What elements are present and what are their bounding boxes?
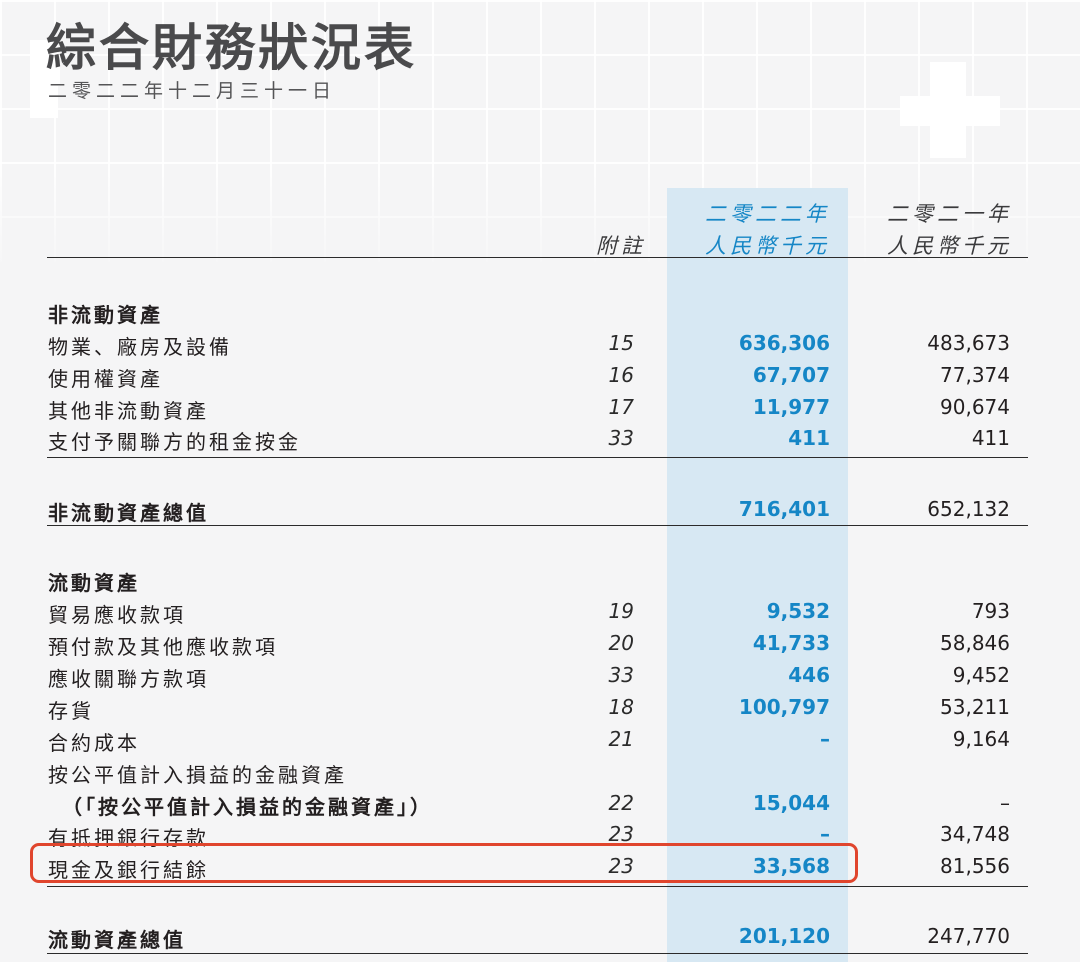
table-row: 貿易應收款項 19 9,532 793 (0, 599, 1080, 631)
row-prior-value: 34,748 (940, 822, 1010, 846)
subtotal-divider (47, 457, 1028, 458)
plus-decoration-right-horizontal (900, 96, 1000, 126)
prior-year-unit: 人民幣千元 (887, 234, 1012, 258)
row-label: 貿易應收款項 (48, 603, 186, 627)
statement-date: 二零二二年十二月三十一日 (48, 80, 337, 102)
row-note: 15 (608, 331, 634, 355)
row-note: 33 (608, 663, 634, 687)
row-current-value: 411 (788, 426, 830, 450)
current-year-header: 二零二二年 (705, 202, 830, 226)
row-current-value: 446 (788, 663, 830, 687)
row-note: 33 (608, 426, 634, 450)
row-current-value: 100,797 (738, 695, 830, 719)
row-prior-value: 793 (971, 599, 1010, 623)
row-note: 16 (608, 363, 634, 387)
total-divider (47, 525, 1028, 526)
total-label: 非流動資產總值 (48, 501, 209, 525)
row-prior-value: 81,556 (940, 854, 1010, 878)
row-note: 19 (608, 599, 634, 623)
row-current-value: 11,977 (752, 395, 830, 419)
row-note: 20 (608, 631, 634, 655)
row-note: 17 (608, 395, 634, 419)
row-label: 使用權資產 (48, 367, 163, 391)
total-current-value: 716,401 (738, 497, 830, 521)
row-current-value: 636,306 (738, 331, 830, 355)
row-current-value: 67,707 (752, 363, 830, 387)
row-label: 物業、廠房及設備 (48, 335, 232, 359)
table-row: 物業、廠房及設備 15 636,306 483,673 (0, 331, 1080, 363)
section-heading-current-assets: 流動資產 (0, 567, 1080, 599)
row-label: 其他非流動資產 (48, 399, 209, 423)
note-column-header: 附註 (596, 234, 646, 258)
table-row: 預付款及其他應收款項 20 41,733 58,846 (0, 631, 1080, 663)
row-prior-value: – (1000, 791, 1010, 815)
table-row: （「按公平值計入損益的金融資產」） 22 15,044 – (0, 791, 1080, 823)
row-prior-value: 53,211 (940, 695, 1010, 719)
highlight-box (30, 843, 858, 883)
row-prior-value: 77,374 (940, 363, 1010, 387)
row-prior-value: 411 (971, 426, 1010, 450)
table-row: 應收關聯方款項 33 446 9,452 (0, 663, 1080, 695)
row-label: 應收關聯方款項 (48, 667, 209, 691)
subtotal-divider (47, 886, 1028, 887)
row-prior-value: 9,452 (952, 663, 1010, 687)
row-current-value: 9,532 (766, 599, 830, 623)
row-label: （「按公平值計入損益的金融資產」） (62, 795, 433, 819)
row-label: 存貨 (48, 699, 94, 723)
row-prior-value: 58,846 (940, 631, 1010, 655)
row-note: 21 (608, 727, 634, 751)
row-label: 預付款及其他應收款項 (48, 635, 278, 659)
header-divider (47, 257, 1028, 258)
prior-year-header: 二零二一年 (887, 202, 1012, 226)
table-row: 支付予關聯方的租金按金 33 411 411 (0, 426, 1080, 458)
row-label: 按公平值計入損益的金融資產 (48, 763, 347, 787)
row-prior-value: 9,164 (952, 727, 1010, 751)
row-note: 18 (608, 695, 634, 719)
total-label: 流動資產總值 (48, 928, 186, 952)
table-row: 存貨 18 100,797 53,211 (0, 695, 1080, 727)
total-current-value: 201,120 (738, 924, 830, 948)
row-label: 合約成本 (48, 731, 140, 755)
row-current-value: – (820, 727, 830, 751)
total-row-current-assets: 流動資產總值 201,120 247,770 (0, 924, 1080, 956)
table-row: 按公平值計入損益的金融資產 (0, 759, 1080, 791)
current-year-unit: 人民幣千元 (705, 234, 830, 258)
section-heading-label: 流動資產 (48, 571, 140, 595)
row-label: 支付予關聯方的租金按金 (48, 430, 301, 454)
page-title: 綜合財務狀況表 (46, 19, 417, 77)
row-current-value: 41,733 (752, 631, 830, 655)
total-prior-value: 652,132 (927, 497, 1010, 521)
row-current-value: 15,044 (752, 791, 830, 815)
table-row: 其他非流動資產 17 11,977 90,674 (0, 395, 1080, 427)
row-prior-value: 483,673 (927, 331, 1010, 355)
section-heading-non-current-assets: 非流動資產 (0, 299, 1080, 331)
section-heading-label: 非流動資產 (48, 303, 163, 327)
table-row: 使用權資產 16 67,707 77,374 (0, 363, 1080, 395)
row-prior-value: 90,674 (940, 395, 1010, 419)
total-prior-value: 247,770 (927, 924, 1010, 948)
table-row: 合約成本 21 – 9,164 (0, 727, 1080, 759)
row-note: 22 (608, 791, 634, 815)
total-divider (47, 953, 1028, 954)
